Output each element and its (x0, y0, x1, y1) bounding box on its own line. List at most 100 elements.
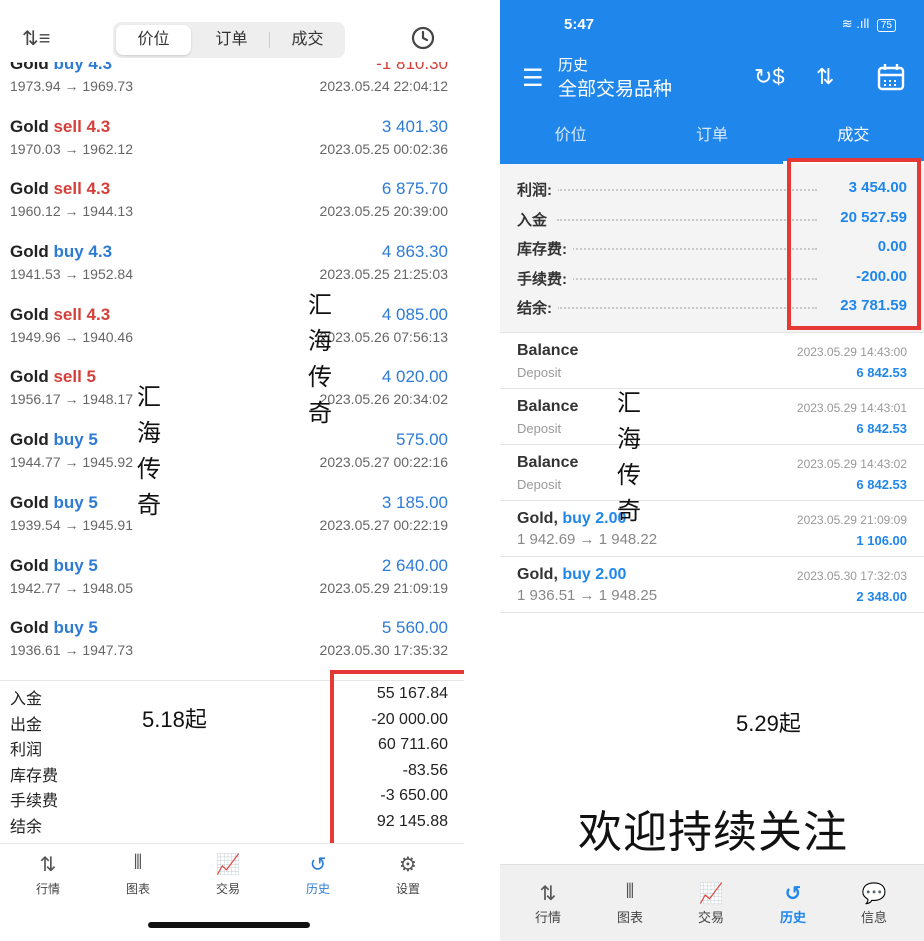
trade-row[interactable]: Gold buy 5 1944.77 → 1945.92 575.00 2023.05… (0, 430, 464, 493)
deal-row[interactable]: Balance Deposit 2023.05.29 14:43:01 6 842.5… (500, 388, 924, 444)
history-icon: ↺ (309, 854, 327, 876)
trade-volume: 5 (88, 618, 98, 638)
trade-row[interactable]: Gold buy 4.3 1973.94 → 1969.73 -1 810.30 20… (0, 54, 464, 117)
trade-row[interactable]: Gold buy 5 1939.54 → 1945.91 3 185.00 2023.… (0, 493, 464, 556)
tab-label: 图表 (125, 882, 150, 896)
trade-row[interactable]: Gold buy 5 1942.77 → 1948.05 2 640.00 2023.… (0, 556, 464, 619)
trade-profit: 4 020.00 (381, 367, 448, 387)
header-subtitle[interactable]: 全部交易品种 (558, 74, 672, 101)
tab-label: 交易 (697, 910, 724, 925)
dotted-leader (557, 218, 817, 221)
trade-volume: 4.3 (88, 242, 113, 262)
tab-label: 图表 (616, 910, 643, 925)
status-bar: 5:47 ≋ .ıll 75 (500, 0, 924, 50)
deal-name: Gold, buy 2.00 (517, 510, 626, 528)
trade-row[interactable]: Gold buy 4.3 1941.53 → 1952.84 4 863.30 202… (0, 242, 464, 305)
trade-prices: 1936.61 → 1947.73 (10, 642, 133, 659)
trade-symbol: Gold buy 5 (10, 493, 98, 513)
history-icon: ↺ (784, 883, 802, 905)
app-header: ☰ 历史 全部交易品种 ↻$ ⇅ (500, 50, 924, 108)
header-title: 历史 (558, 57, 589, 74)
tab-chart[interactable]: ⫴ 图表 (600, 881, 660, 926)
deal-symbol: Balance (517, 398, 579, 415)
home-indicator (148, 922, 310, 928)
trade-row[interactable]: Gold sell 4.3 1970.03 → 1962.12 3 401.30 20… (0, 117, 464, 180)
summary-label: 结余 (10, 818, 43, 836)
calendar-icon[interactable] (876, 62, 906, 92)
deal-row[interactable]: Gold, buy 2.00 1 936.51 → 1 948.25 2023.05… (500, 556, 924, 612)
watermark-char: 汇 (308, 292, 332, 319)
menu-icon[interactable]: ☰ (522, 64, 544, 93)
trade-icon: 📈 (215, 854, 241, 876)
deal-symbol: Gold, (517, 510, 558, 527)
symbol-name: Gold (10, 618, 49, 638)
trade-side: buy (53, 242, 84, 262)
sort-icon[interactable]: ⇅ (816, 64, 834, 90)
trade-symbol: Gold sell 4.3 (10, 305, 110, 325)
trade-time: 2023.05.29 21:09:19 (319, 579, 448, 596)
symbol-name: Gold (10, 304, 49, 324)
trade-row[interactable]: Gold sell 4.3 1960.12 → 1944.13 6 875.70 20… (0, 179, 464, 242)
deal-time: 2023.05.29 21:09:09 (796, 513, 907, 527)
deal-side: buy 2.00 (562, 566, 627, 583)
segment-orders[interactable]: 订单 (194, 22, 269, 58)
chart-icon: ⫴ (133, 852, 143, 874)
tab-label: 设置 (395, 882, 420, 896)
dotted-leader (557, 277, 817, 280)
tab-chart[interactable]: ⫴ 图表 (108, 852, 168, 897)
segment-deals[interactable]: 成交 (270, 22, 345, 58)
status-time: 5:47 (564, 16, 595, 33)
watermark-text: 汇海传奇 (134, 380, 164, 524)
watermark-char: 奇 (137, 492, 161, 519)
trade-side: sell (53, 116, 82, 136)
trade-volume: 5 (88, 555, 98, 575)
watermark-char: 奇 (308, 400, 332, 427)
trade-prices: 1939.54 → 1945.91 (10, 516, 133, 533)
trade-time: 2023.05.26 20:34:02 (319, 391, 448, 408)
deal-row[interactable]: Balance Deposit 2023.05.29 14:43:00 6 842.5… (500, 332, 924, 388)
clock-icon[interactable] (411, 26, 435, 50)
tab-messages[interactable]: 💬 信息 (844, 881, 904, 926)
tab-label: 行情 (534, 910, 561, 925)
tab-quotes[interactable]: ⇅ 行情 (518, 881, 578, 926)
watermark-char: 传 (617, 462, 641, 489)
tab-quotes[interactable]: ⇅ 行情 (18, 852, 78, 897)
trade-time: 2023.05.30 17:35:32 (319, 642, 448, 659)
trade-side: buy (53, 618, 84, 638)
tab-orders[interactable]: 订单 (641, 108, 782, 164)
watermark-char: 传 (137, 456, 161, 483)
segment-control: 价位 订单 成交 (113, 22, 345, 58)
tab-settings[interactable]: ⚙ 设置 (378, 852, 438, 897)
deal-row[interactable]: Gold, buy 2.00 1 942.69 → 1 948.22 2023.05… (500, 500, 924, 556)
battery-icon: 75 (876, 19, 896, 32)
deal-row[interactable]: Balance Deposit 2023.05.29 14:43:02 6 842.5… (500, 444, 924, 500)
symbol-filter-icon[interactable]: ↻$ (754, 64, 785, 90)
tab-trade[interactable]: 📈 交易 (681, 881, 741, 926)
watermark-text: 汇海传奇 (305, 288, 335, 432)
trade-time: 2023.05.24 22:04:12 (319, 78, 448, 94)
sort-icon[interactable]: ⇅≡ (22, 26, 50, 51)
list-divider (500, 612, 924, 613)
summary-value: 0.00 (871, 238, 907, 255)
trade-row[interactable]: Gold sell 4.3 1949.96 → 1940.46 4 085.00 20… (0, 305, 464, 368)
segment-prices[interactable]: 价位 (116, 25, 191, 55)
symbol-name: Gold (10, 430, 49, 450)
trade-volume: 4.3 (86, 304, 111, 324)
summary-value: -200.00 (850, 267, 907, 285)
tab-deals[interactable]: 成交 (782, 108, 924, 164)
deal-name: Balance (517, 342, 578, 360)
trade-symbol: Gold sell 5 (10, 367, 96, 387)
tab-history[interactable]: ↺ 历史 (763, 881, 823, 926)
trade-row[interactable]: Gold sell 5 1956.17 → 1948.17 4 020.00 2023… (0, 367, 464, 430)
trade-volume: 4.3 (86, 179, 111, 199)
highlight-box (330, 670, 464, 853)
watermark-text: 汇海传奇 (614, 386, 644, 530)
trade-time: 2023.05.25 00:02:36 (319, 140, 448, 157)
tab-label: 信息 (860, 910, 887, 925)
tab-positions[interactable]: 价位 (500, 108, 641, 164)
trade-profit: 2 640.00 (381, 555, 448, 575)
tab-history[interactable]: ↺ 历史 (288, 852, 348, 897)
trade-prices: 1941.53 → 1952.84 (10, 266, 133, 283)
tab-trade[interactable]: 📈 交易 (198, 852, 258, 897)
trade-profit: 575.00 (396, 430, 448, 450)
